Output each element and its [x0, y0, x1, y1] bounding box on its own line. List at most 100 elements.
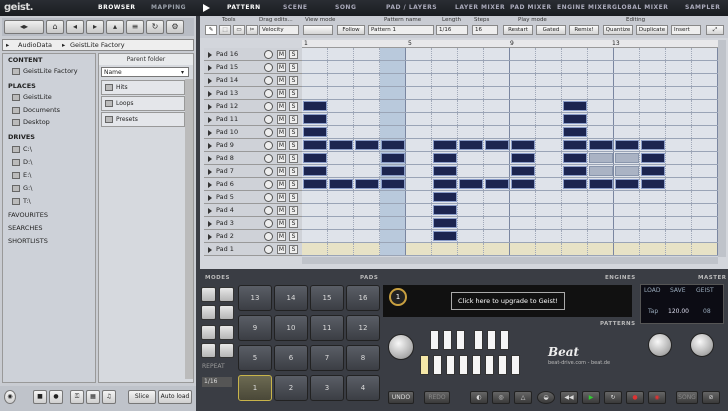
step-cell[interactable] — [510, 126, 536, 138]
pad-level-knob[interactable] — [264, 141, 273, 150]
pad-button[interactable]: 13 — [238, 285, 272, 311]
note-block[interactable] — [329, 140, 353, 150]
note-block[interactable] — [433, 205, 457, 215]
step-cell[interactable] — [666, 87, 692, 99]
step-cell[interactable] — [666, 100, 692, 112]
expand-arrow-icon[interactable] — [208, 247, 212, 253]
select-tool-icon[interactable]: ⬚ — [219, 25, 231, 35]
step-cell[interactable] — [666, 113, 692, 125]
step-cell[interactable] — [640, 100, 666, 112]
pad-level-knob[interactable] — [264, 76, 273, 85]
step-cell[interactable] — [380, 87, 406, 99]
pad-button[interactable]: 11 — [310, 315, 344, 341]
step-cell[interactable] — [406, 87, 432, 99]
solo-button[interactable]: S — [289, 245, 298, 254]
step-cell[interactable] — [328, 217, 354, 229]
step-cell[interactable] — [562, 48, 588, 60]
pattern-name-field[interactable]: Pattern 1 — [368, 25, 434, 35]
expand-arrow-icon[interactable] — [208, 91, 212, 97]
step-cell[interactable] — [458, 48, 484, 60]
expand-arrow-icon[interactable] — [208, 104, 212, 110]
step-cell[interactable] — [666, 165, 692, 177]
expand-arrow-icon[interactable] — [208, 52, 212, 58]
step-cell[interactable] — [692, 61, 718, 73]
note-block[interactable] — [589, 140, 613, 150]
step-cell[interactable] — [692, 126, 718, 138]
step-cell[interactable] — [510, 217, 536, 229]
pad-level-knob[interactable] — [264, 50, 273, 59]
mode-button[interactable] — [219, 325, 234, 340]
note-block-inactive[interactable] — [615, 153, 639, 163]
step-cell[interactable] — [458, 204, 484, 216]
step-cell[interactable] — [614, 191, 640, 203]
step-cell[interactable] — [536, 204, 562, 216]
step-cell[interactable] — [406, 165, 432, 177]
step-cell[interactable] — [328, 100, 354, 112]
step-cell[interactable] — [432, 74, 458, 86]
step-cell[interactable] — [588, 126, 614, 138]
solo-button[interactable]: S — [289, 206, 298, 215]
step-cell[interactable] — [302, 61, 328, 73]
note-block[interactable] — [381, 140, 405, 150]
content-header[interactable]: CONTENT — [8, 56, 42, 64]
step-cell[interactable] — [406, 152, 432, 164]
step-cell[interactable] — [588, 113, 614, 125]
step-cell[interactable] — [458, 165, 484, 177]
tree-item-factory[interactable]: GeistLite Factory — [12, 67, 78, 75]
step-cell[interactable] — [406, 61, 432, 73]
master-load[interactable]: LOAD — [644, 287, 660, 294]
count-in-icon[interactable]: ◎ — [492, 391, 510, 404]
step-cell[interactable] — [614, 74, 640, 86]
note-block[interactable] — [303, 153, 327, 163]
refresh-icon[interactable]: ↻ — [146, 20, 164, 34]
solo-button[interactable]: S — [289, 180, 298, 189]
expand-arrow-icon[interactable] — [208, 65, 212, 71]
step-cell[interactable] — [380, 48, 406, 60]
step-cell[interactable] — [510, 191, 536, 203]
breadcrumb-audiodata[interactable]: AudioData — [18, 41, 52, 49]
step-cell[interactable] — [666, 217, 692, 229]
note-block[interactable] — [563, 153, 587, 163]
step-cell[interactable] — [562, 61, 588, 73]
pad-button[interactable]: 5 — [238, 345, 272, 371]
tree-item-documents[interactable]: Documents — [12, 106, 60, 114]
mode-button[interactable] — [219, 343, 234, 358]
step-cell[interactable] — [302, 204, 328, 216]
step-cell[interactable] — [692, 139, 718, 151]
follow-button[interactable]: Follow — [337, 25, 365, 35]
pattern-slot[interactable] — [500, 330, 509, 350]
step-cell[interactable] — [692, 178, 718, 190]
step-cell[interactable] — [432, 61, 458, 73]
tab-pad-layers[interactable]: PAD / LAYERS — [386, 4, 437, 11]
note-block[interactable] — [511, 179, 535, 189]
pad-button[interactable]: 1 — [238, 375, 272, 401]
step-cell[interactable] — [536, 126, 562, 138]
step-cell[interactable] — [536, 87, 562, 99]
note-block[interactable] — [303, 114, 327, 124]
step-cell[interactable] — [302, 243, 328, 255]
solo-button[interactable]: S — [289, 128, 298, 137]
step-cell[interactable] — [302, 191, 328, 203]
note-block-inactive[interactable] — [589, 166, 613, 176]
note-block[interactable] — [303, 179, 327, 189]
favourites-item[interactable]: FAVOURITES — [8, 211, 48, 219]
note-block[interactable] — [303, 166, 327, 176]
step-cell[interactable] — [484, 74, 510, 86]
step-cell[interactable] — [380, 243, 406, 255]
settings-icon[interactable]: ⚙ — [166, 20, 184, 34]
note-block[interactable] — [641, 153, 665, 163]
step-cell[interactable] — [640, 61, 666, 73]
pad-row[interactable]: Pad 10 M S — [204, 126, 302, 139]
pad-level-knob[interactable] — [264, 128, 273, 137]
cut-tool-icon[interactable]: ✂ — [246, 25, 258, 35]
step-cell[interactable] — [536, 217, 562, 229]
navigate-arrows-icon[interactable]: ◂▸ — [4, 20, 44, 34]
step-cell[interactable] — [458, 217, 484, 229]
gated-button[interactable]: Gated — [536, 25, 566, 35]
pad-button[interactable]: 14 — [274, 285, 308, 311]
step-grid[interactable] — [302, 48, 718, 256]
mute-button[interactable]: M — [277, 102, 286, 111]
step-cell[interactable] — [484, 191, 510, 203]
step-cell[interactable] — [692, 204, 718, 216]
grid-lane[interactable] — [302, 204, 718, 217]
